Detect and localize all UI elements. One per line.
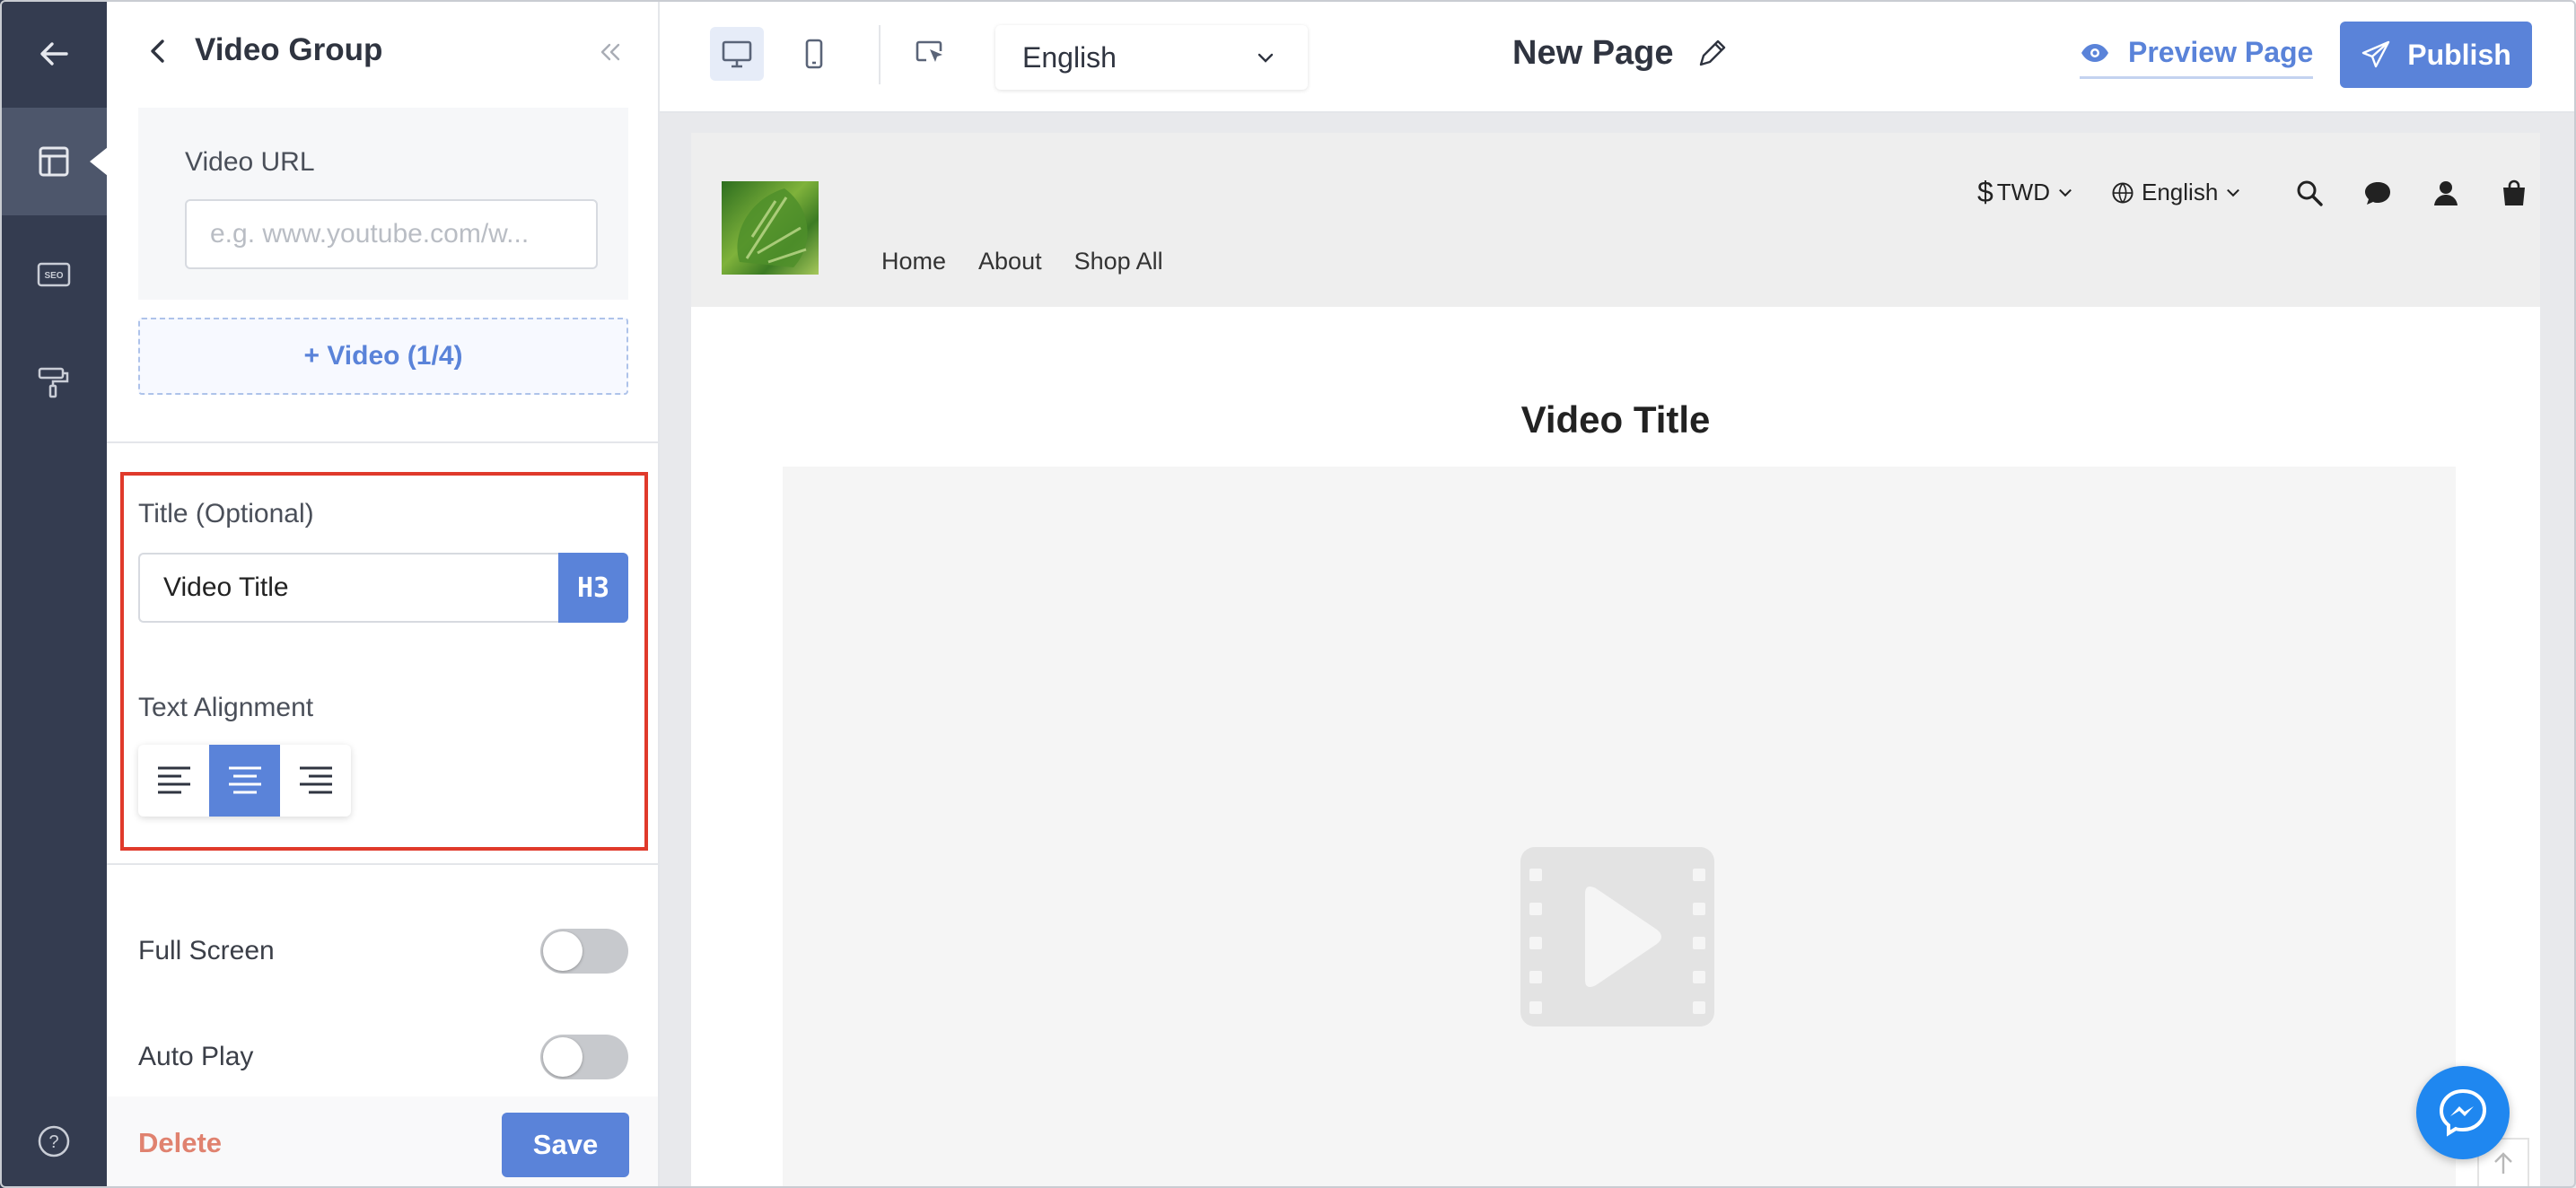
dollar-icon: $ (1977, 176, 1993, 208)
align-right-icon (299, 766, 332, 794)
messenger-icon (2439, 1088, 2487, 1137)
rail-item-layout[interactable] (0, 108, 108, 215)
heading-level-button[interactable]: H3 (558, 553, 628, 623)
chevron-down-icon (2227, 188, 2240, 197)
cursor-select-icon (916, 40, 942, 62)
panel-footer: Delete Save (107, 1096, 658, 1188)
collapse-panel-icon[interactable] (595, 38, 624, 66)
text-alignment-group (138, 745, 351, 817)
panel-header: Video Group (107, 0, 658, 106)
language-select[interactable]: English (995, 25, 1308, 90)
align-center-icon (228, 766, 261, 794)
nav-about-link[interactable]: About (978, 248, 1042, 275)
full-screen-label: Full Screen (138, 936, 275, 965)
paint-roller-icon (38, 367, 68, 398)
page-title: New Page (1512, 34, 1674, 72)
eye-icon (2081, 43, 2108, 62)
save-button[interactable]: Save (502, 1113, 629, 1177)
editor-toolbar: English New Page Preview Page Publish (660, 0, 2576, 113)
toggle-knob (543, 1037, 583, 1077)
back-arrow-icon (39, 42, 68, 66)
back-button[interactable] (0, 0, 107, 108)
auto-play-row: Auto Play (138, 1030, 628, 1084)
add-video-button[interactable]: + Video (1/4) (138, 318, 628, 395)
store-nav: Home About Shop All (881, 248, 1163, 275)
globe-icon (2112, 181, 2134, 204)
preview-page-label: Preview Page (2128, 36, 2314, 68)
title-input[interactable] (138, 553, 558, 623)
rail-item-seo[interactable]: SEO (0, 221, 107, 328)
text-alignment-label: Text Alignment (138, 693, 314, 722)
chevron-left-icon[interactable] (143, 36, 173, 66)
language-select-value: English (1022, 40, 1117, 74)
desktop-icon (722, 40, 752, 68)
align-center-button[interactable] (209, 745, 280, 817)
seo-icon: SEO (37, 262, 70, 287)
left-rail: SEO ? (0, 0, 108, 1188)
layout-icon (39, 146, 68, 177)
settings-panel: Video Group Video URL + Video (1/4) Titl… (107, 0, 660, 1188)
video-url-label: Video URL (185, 147, 315, 177)
full-screen-toggle[interactable] (540, 929, 628, 974)
desktop-view-button[interactable] (710, 27, 764, 81)
title-optional-label: Title (Optional) (138, 499, 314, 528)
video-item-card: Video URL (138, 108, 628, 300)
toolbar-divider (879, 25, 881, 84)
video-title-heading: Video Title (1520, 398, 1711, 441)
store-tools: $ TWD English (1977, 176, 2528, 209)
store-body: Video Title (691, 307, 2540, 1188)
publish-label: Publish (2407, 38, 2511, 71)
video-url-input[interactable] (185, 199, 598, 269)
store-header: Home About Shop All $ TWD English (691, 133, 2540, 307)
auto-play-label: Auto Play (138, 1042, 254, 1071)
align-left-button[interactable] (138, 745, 209, 817)
seo-icon-label: SEO (44, 271, 63, 281)
arrow-up-icon (2494, 1152, 2512, 1174)
delete-button[interactable]: Delete (138, 1127, 222, 1159)
toggle-knob (543, 931, 583, 971)
messenger-button[interactable] (2416, 1066, 2510, 1159)
edit-pencil-icon[interactable] (1694, 36, 1730, 72)
page-canvas: Home About Shop All $ TWD English Video … (660, 113, 2576, 1188)
rail-item-design[interactable] (0, 328, 107, 436)
help-icon: ? (38, 1125, 69, 1157)
align-left-icon (157, 766, 190, 794)
currency-value: TWD (1996, 179, 2050, 205)
paper-plane-icon (2362, 40, 2390, 68)
full-screen-row: Full Screen (138, 924, 628, 978)
mobile-icon (805, 39, 823, 69)
video-film-icon (1520, 847, 1714, 1026)
chevron-down-icon (1257, 53, 1274, 63)
auto-play-toggle[interactable] (540, 1035, 628, 1079)
video-placeholder-area[interactable] (783, 467, 2456, 1188)
align-right-button[interactable] (280, 745, 351, 817)
mobile-view-button[interactable] (787, 27, 841, 81)
shopping-bag-icon[interactable] (2500, 179, 2528, 207)
nav-shop-all-link[interactable]: Shop All (1074, 248, 1163, 275)
store-language-select[interactable]: English (2111, 179, 2243, 206)
help-icon-label: ? (48, 1132, 58, 1152)
preview-page-button[interactable]: Preview Page (2080, 34, 2314, 79)
chevron-down-icon (2059, 188, 2072, 197)
divider (107, 863, 658, 865)
help-button[interactable]: ? (0, 1088, 107, 1188)
user-icon[interactable] (2431, 179, 2460, 207)
panel-title: Video Group (195, 32, 383, 67)
store-language-value: English (2142, 179, 2219, 205)
nav-home-link[interactable]: Home (881, 248, 946, 275)
divider (107, 441, 658, 443)
publish-button[interactable]: Publish (2340, 22, 2532, 88)
select-element-button[interactable] (904, 27, 958, 81)
search-icon[interactable] (2295, 179, 2324, 207)
currency-select[interactable]: $ TWD (1977, 176, 2075, 209)
chat-bubble-icon[interactable] (2363, 179, 2392, 207)
store-logo[interactable] (722, 181, 819, 275)
monstera-leaf-image (737, 188, 808, 267)
